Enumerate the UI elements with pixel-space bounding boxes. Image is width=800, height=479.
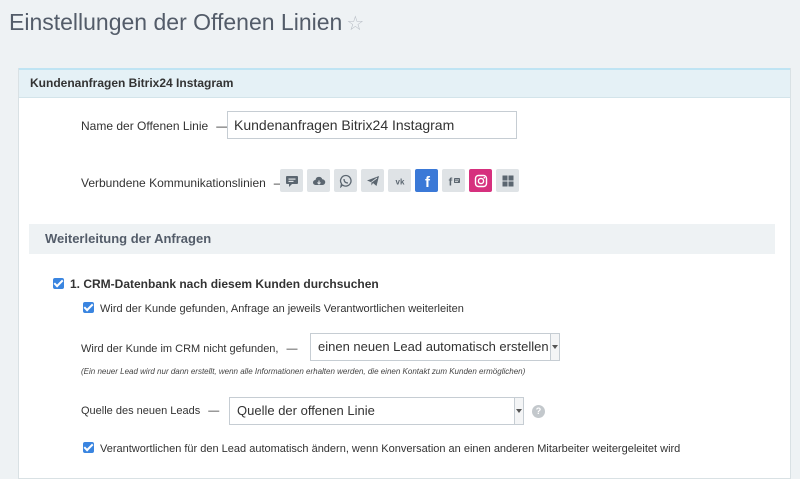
- page-title-text: Einstellungen der Offenen Linien: [9, 9, 343, 35]
- svg-text:f: f: [425, 174, 431, 188]
- source-select[interactable]: Quelle der offenen Linie: [229, 397, 524, 425]
- livechat-icon[interactable]: [280, 169, 303, 192]
- not-found-select[interactable]: einen neuen Lead automatisch erstellen: [310, 333, 560, 361]
- star-icon[interactable]: ☆: [346, 13, 364, 35]
- not-found-chevron-down-icon: [550, 334, 559, 360]
- not-found-note: (Ein neuer Lead wird nur dann erstellt, …: [81, 367, 526, 376]
- line-name-input[interactable]: [227, 111, 517, 139]
- telegram-icon[interactable]: [361, 169, 384, 192]
- name-row: Name der Offenen Linie —: [81, 119, 236, 133]
- instagram-icon[interactable]: [469, 169, 492, 192]
- auto-change-checkbox[interactable]: [83, 442, 94, 453]
- auto-change-row[interactable]: Verantwortlichen für den Lead automatisc…: [83, 442, 680, 455]
- found-forward-checkbox[interactable]: [83, 302, 94, 313]
- found-forward-label: Wird der Kunde gefunden, Anfrage an jewe…: [100, 303, 464, 315]
- source-chevron-down-icon: [514, 398, 523, 424]
- viber-icon[interactable]: [334, 169, 357, 192]
- more-channels-icon[interactable]: [496, 169, 519, 192]
- panel-header: Kundenanfragen Bitrix24 Instagram: [19, 68, 790, 98]
- found-forward-row[interactable]: Wird der Kunde gefunden, Anfrage an jewe…: [83, 302, 464, 315]
- auto-change-label: Verantwortlichen für den Lead automatisc…: [100, 443, 681, 455]
- facebook-icon[interactable]: f: [415, 169, 438, 192]
- help-icon[interactable]: ?: [532, 405, 545, 418]
- not-found-select-value: einen neuen Lead automatisch erstellen: [318, 339, 549, 354]
- facebook-comments-icon[interactable]: f: [442, 169, 465, 192]
- routing-section-header: Weiterleitung der Anfragen: [29, 224, 775, 254]
- channels-row: Verbundene Kommunikationslinien—: [81, 176, 294, 190]
- vk-icon[interactable]: vk: [388, 169, 411, 192]
- not-found-label: Wird der Kunde im CRM nicht gefunden,: [81, 343, 279, 355]
- crm-search-checkbox[interactable]: [53, 278, 64, 289]
- source-select-value: Quelle der offenen Linie: [237, 403, 375, 418]
- channel-list: vk f f: [280, 169, 519, 192]
- source-label: Quelle des neuen Leads: [81, 405, 201, 417]
- settings-panel: Kundenanfragen Bitrix24 Instagram Name d…: [18, 68, 791, 479]
- page-title: Einstellungen der Offenen Linien ☆: [9, 9, 364, 36]
- source-row: Quelle des neuen Leads —: [81, 405, 227, 417]
- cloud-icon[interactable]: [307, 169, 330, 192]
- svg-text:f: f: [448, 176, 452, 188]
- not-found-dash: —: [286, 343, 298, 355]
- not-found-row: Wird der Kunde im CRM nicht gefunden, —: [81, 343, 305, 355]
- channels-label: Verbundene Kommunikationslinien: [81, 176, 266, 190]
- crm-search-row[interactable]: 1. CRM-Datenbank nach diesem Kunden durc…: [53, 277, 379, 291]
- crm-search-label: 1. CRM-Datenbank nach diesem Kunden durc…: [70, 277, 379, 291]
- source-dash: —: [208, 405, 220, 417]
- name-label: Name der Offenen Linie: [81, 119, 209, 133]
- svg-text:vk: vk: [395, 177, 404, 186]
